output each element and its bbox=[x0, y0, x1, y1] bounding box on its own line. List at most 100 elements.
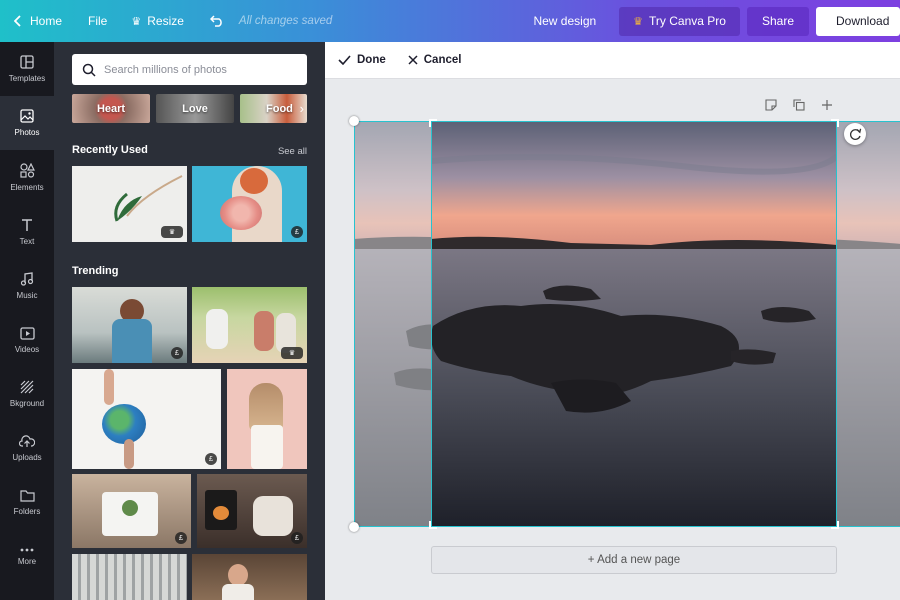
rail-item-text[interactable]: Text bbox=[0, 205, 54, 259]
note-icon[interactable] bbox=[765, 99, 777, 111]
rail-label: Photos bbox=[14, 128, 40, 138]
pro-badge: ♛ bbox=[161, 226, 183, 238]
done-button[interactable]: Done bbox=[338, 54, 388, 66]
search-box[interactable]: Search millions of photos bbox=[72, 54, 307, 85]
chevron-right-icon[interactable]: › bbox=[300, 101, 304, 116]
photo-thumb-globe[interactable]: £ bbox=[72, 369, 221, 469]
cancel-button[interactable]: Cancel bbox=[408, 54, 464, 66]
photo-thumb-woman-hair[interactable] bbox=[227, 369, 307, 469]
photo-thumb-chef[interactable] bbox=[192, 554, 307, 600]
rail-label: Elements bbox=[10, 182, 44, 192]
photo-thumb-picnic[interactable]: ♛ bbox=[192, 287, 307, 363]
left-rail: Templates Photos Elements Text Music Vid… bbox=[0, 42, 54, 600]
price-badge: £ bbox=[291, 532, 303, 544]
file-label: File bbox=[88, 14, 108, 28]
photo-thumb-palm-leaf[interactable]: ♛ bbox=[72, 166, 187, 242]
recently-used-title: Recently Used bbox=[72, 144, 148, 156]
rail-item-photos[interactable]: Photos bbox=[0, 96, 54, 151]
rail-label: More bbox=[17, 556, 37, 566]
rail-item-templates[interactable]: Templates bbox=[0, 42, 54, 96]
rail-label: Templates bbox=[8, 74, 46, 84]
chip-love[interactable]: Love bbox=[156, 94, 234, 123]
videos-icon bbox=[19, 326, 35, 340]
resize-handle-top-left[interactable] bbox=[349, 116, 359, 126]
crop-corner-bottom-left[interactable] bbox=[429, 521, 437, 529]
save-status: All changes saved bbox=[238, 15, 333, 27]
rail-item-folders[interactable]: Folders bbox=[0, 476, 54, 530]
add-new-page-button[interactable]: + Add a new page bbox=[431, 546, 837, 574]
photo-thumb-flowers[interactable]: £ bbox=[192, 166, 307, 242]
resize-label: Resize bbox=[147, 14, 184, 28]
rail-label: Uploads bbox=[12, 452, 42, 462]
photos-icon bbox=[20, 109, 34, 123]
crown-icon: ♛ bbox=[633, 15, 644, 28]
price-badge: £ bbox=[175, 532, 187, 544]
rail-label: Videos bbox=[14, 344, 40, 354]
resize-button[interactable]: ♛ Resize bbox=[122, 0, 193, 42]
rail-label: Music bbox=[16, 290, 38, 300]
rail-label: Folders bbox=[13, 507, 41, 517]
text-icon bbox=[22, 218, 32, 231]
chip-heart[interactable]: Heart bbox=[72, 94, 150, 123]
canvas-area: + Add a new page bbox=[325, 79, 900, 600]
uploads-icon bbox=[19, 435, 35, 447]
price-badge: £ bbox=[171, 347, 183, 359]
home-label: Home bbox=[30, 14, 63, 28]
crop-corner-top-left[interactable] bbox=[429, 119, 437, 127]
resize-handle-bottom-left[interactable] bbox=[349, 522, 359, 532]
pro-badge: ♛ bbox=[281, 347, 303, 359]
share-button[interactable]: Share bbox=[746, 6, 809, 36]
rail-item-more[interactable]: More bbox=[0, 530, 54, 584]
folders-icon bbox=[19, 490, 35, 502]
download-button[interactable]: Download bbox=[816, 6, 900, 36]
rail-item-music[interactable]: Music bbox=[0, 259, 54, 313]
rail-label: Text bbox=[19, 236, 35, 246]
duplicate-icon[interactable] bbox=[793, 99, 805, 111]
new-design-label: New design bbox=[533, 14, 597, 28]
rail-item-uploads[interactable]: Uploads bbox=[0, 421, 54, 475]
new-design-button[interactable]: New design bbox=[524, 0, 605, 42]
background-icon bbox=[20, 380, 34, 394]
share-label: Share bbox=[761, 14, 794, 28]
trending-title: Trending bbox=[72, 265, 119, 277]
home-button[interactable]: Home bbox=[0, 0, 71, 42]
rail-item-background[interactable]: Bkground bbox=[0, 367, 54, 421]
search-input[interactable]: Search millions of photos bbox=[104, 64, 227, 76]
undo-button[interactable] bbox=[201, 0, 233, 42]
rail-item-videos[interactable]: Videos bbox=[0, 313, 54, 367]
crop-toolbar: Done Cancel bbox=[325, 42, 900, 79]
more-icon bbox=[20, 548, 34, 552]
photo-thumb-blinds[interactable] bbox=[72, 554, 187, 600]
chevron-left-icon bbox=[14, 15, 21, 27]
plus-icon[interactable] bbox=[821, 99, 833, 111]
try-pro-label: Try Canva Pro bbox=[649, 14, 726, 28]
rotate-icon bbox=[849, 128, 861, 140]
crop-corner-bottom-right[interactable] bbox=[831, 521, 839, 529]
price-badge: £ bbox=[205, 453, 217, 465]
close-icon bbox=[408, 55, 418, 65]
rail-label: Bkground bbox=[9, 399, 45, 409]
price-badge: £ bbox=[291, 226, 303, 238]
file-menu-button[interactable]: File bbox=[79, 0, 116, 42]
rail-item-elements[interactable]: Elements bbox=[0, 150, 54, 204]
see-all-link[interactable]: See all bbox=[278, 146, 307, 157]
crop-corner-top-right[interactable] bbox=[831, 119, 839, 127]
top-bar: Home File ♛ Resize All changes saved New… bbox=[0, 0, 900, 42]
music-icon bbox=[20, 272, 34, 286]
photo-thumb-fireplace[interactable]: £ bbox=[197, 474, 307, 548]
done-label: Done bbox=[357, 54, 386, 66]
photo-thumb-kitchen[interactable]: £ bbox=[72, 287, 187, 363]
cancel-label: Cancel bbox=[423, 54, 462, 66]
undo-icon bbox=[209, 15, 222, 27]
try-canva-pro-button[interactable]: ♛ Try Canva Pro bbox=[619, 6, 740, 36]
page-tools bbox=[765, 99, 833, 111]
rotate-button[interactable] bbox=[844, 123, 866, 145]
download-label: Download bbox=[836, 14, 890, 28]
photo-thumb-sink[interactable]: £ bbox=[72, 474, 191, 548]
chip-food-label: Food bbox=[266, 102, 293, 115]
category-chips: Heart Love Food › bbox=[72, 94, 307, 123]
chip-food[interactable]: Food bbox=[240, 94, 307, 123]
search-icon bbox=[82, 63, 96, 77]
crop-window bbox=[431, 121, 837, 527]
check-icon bbox=[338, 55, 351, 65]
